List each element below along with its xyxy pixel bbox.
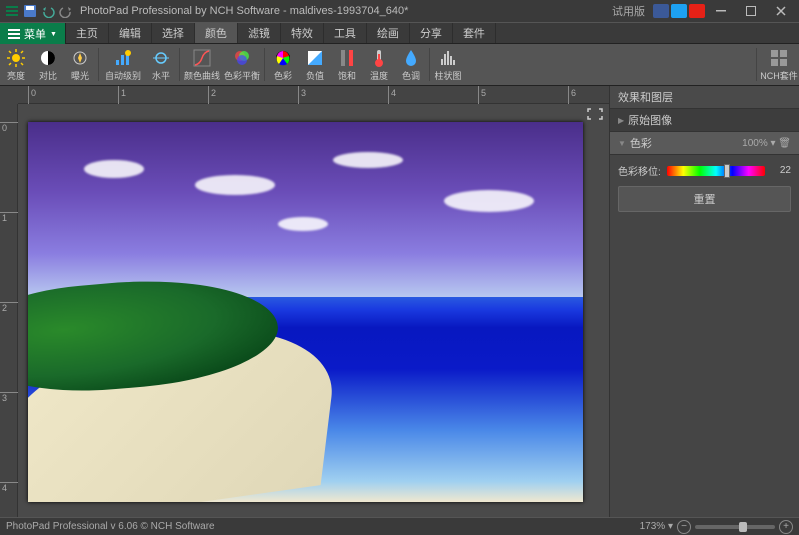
fullscreen-icon[interactable]	[587, 108, 605, 122]
tool-colorbalance[interactable]: 色彩平衡	[222, 44, 262, 86]
tool-negative[interactable]: 负值	[299, 44, 331, 86]
menu-edit[interactable]: 编辑	[109, 23, 152, 43]
tool-histogram[interactable]: 柱状图	[432, 44, 464, 86]
facebook-icon[interactable]	[653, 4, 669, 18]
menu-bar: 菜单 ▼ 主页 编辑 选择 颜色 滤镜 特效 工具 绘画 分享 套件	[0, 22, 799, 44]
menu-icon[interactable]	[4, 3, 20, 19]
tool-exposure[interactable]: 曝光	[64, 44, 96, 86]
canvas-area[interactable]	[18, 104, 609, 517]
tool-nch-suite[interactable]: NCH套件	[759, 44, 799, 86]
app-menu-label: 菜单	[24, 26, 46, 42]
save-icon[interactable]	[22, 3, 38, 19]
side-panel: 效果和图层 ▶ 原始图像 ▼ 色彩 100% ▾ 🗑 色彩移位: 22 重置	[609, 86, 799, 517]
zoom-in-button[interactable]: +	[779, 520, 793, 534]
tool-temperature[interactable]: 温度	[363, 44, 395, 86]
zoom-slider[interactable]	[695, 525, 775, 529]
undo-icon[interactable]	[40, 3, 56, 19]
title-bar: PhotoPad Professional by NCH Software - …	[0, 0, 799, 22]
exposure-icon	[70, 48, 90, 68]
chevron-down-icon: ▼	[618, 139, 626, 148]
ruler-horizontal: 0 1 2 3 4 5 6	[18, 86, 609, 104]
menu-effects[interactable]: 特效	[281, 23, 324, 43]
twitter-icon[interactable]	[671, 4, 687, 18]
slider-thumb[interactable]	[724, 164, 730, 178]
menu-color[interactable]: 颜色	[195, 23, 238, 43]
slider-label: 色彩移位:	[618, 163, 661, 178]
trial-label: 试用版	[612, 3, 645, 19]
menu-paint[interactable]: 绘画	[367, 23, 410, 43]
tool-saturation[interactable]: 饱和	[331, 44, 363, 86]
zoom-thumb[interactable]	[739, 522, 747, 532]
droplet-icon	[401, 48, 421, 68]
layer-original[interactable]: ▶ 原始图像	[610, 109, 799, 132]
grid-icon	[769, 48, 789, 68]
thermometer-icon	[369, 48, 389, 68]
tool-color[interactable]: 色彩	[267, 44, 299, 86]
levels-icon	[151, 48, 171, 68]
close-button[interactable]	[767, 1, 795, 21]
autolevel-icon	[113, 48, 133, 68]
maximize-button[interactable]	[737, 1, 765, 21]
menu-tools[interactable]: 工具	[324, 23, 367, 43]
slider-value: 22	[771, 165, 791, 176]
layer-label: 色彩	[630, 135, 652, 151]
colorwheel-icon	[273, 48, 293, 68]
sun-icon	[6, 48, 26, 68]
workspace: 0 1 2 3 4 5 6 0 1 2 3 4	[0, 86, 799, 517]
tool-levels[interactable]: 水平	[145, 44, 177, 86]
ribbon-toolbar: 亮度 对比 曝光 自动级别 水平 颜色曲线 色彩平衡 色彩 负值 饱和 温度 色…	[0, 44, 799, 86]
hue-slider[interactable]	[667, 166, 765, 176]
zoom-out-button[interactable]: −	[677, 520, 691, 534]
histogram-icon	[438, 48, 458, 68]
chevron-right-icon: ▶	[618, 116, 624, 125]
saturation-icon	[337, 48, 357, 68]
zoom-value: 173% ▾	[640, 521, 673, 532]
menu-filter[interactable]: 滤镜	[238, 23, 281, 43]
negative-icon	[305, 48, 325, 68]
tool-brightness[interactable]: 亮度	[0, 44, 32, 86]
image-preview	[28, 122, 583, 502]
menu-select[interactable]: 选择	[152, 23, 195, 43]
layer-label: 原始图像	[628, 112, 672, 128]
tool-contrast[interactable]: 对比	[32, 44, 64, 86]
colorbalance-icon	[232, 48, 252, 68]
curves-icon	[192, 48, 212, 68]
youtube-icon[interactable]	[689, 4, 705, 18]
layer-color-adjustment[interactable]: ▼ 色彩 100% ▾ 🗑	[610, 132, 799, 155]
tool-autolevel[interactable]: 自动级别	[101, 44, 145, 86]
menu-share[interactable]: 分享	[410, 23, 453, 43]
tool-curves[interactable]: 颜色曲线	[182, 44, 222, 86]
contrast-icon	[38, 48, 58, 68]
tool-hue[interactable]: 色调	[395, 44, 427, 86]
menu-suite[interactable]: 套件	[453, 23, 496, 43]
window-title: PhotoPad Professional by NCH Software - …	[74, 5, 612, 17]
status-text: PhotoPad Professional v 6.06 © NCH Softw…	[6, 521, 215, 532]
menu-home[interactable]: 主页	[66, 23, 109, 43]
panel-header: 效果和图层	[610, 86, 799, 109]
status-bar: PhotoPad Professional v 6.06 © NCH Softw…	[0, 517, 799, 535]
layer-opacity: 100% ▾ 🗑	[742, 138, 791, 149]
redo-icon[interactable]	[58, 3, 74, 19]
ruler-vertical: 0 1 2 3 4	[0, 104, 18, 517]
app-menu-button[interactable]: 菜单 ▼	[0, 23, 66, 45]
minimize-button[interactable]	[707, 1, 735, 21]
reset-button[interactable]: 重置	[618, 186, 791, 212]
